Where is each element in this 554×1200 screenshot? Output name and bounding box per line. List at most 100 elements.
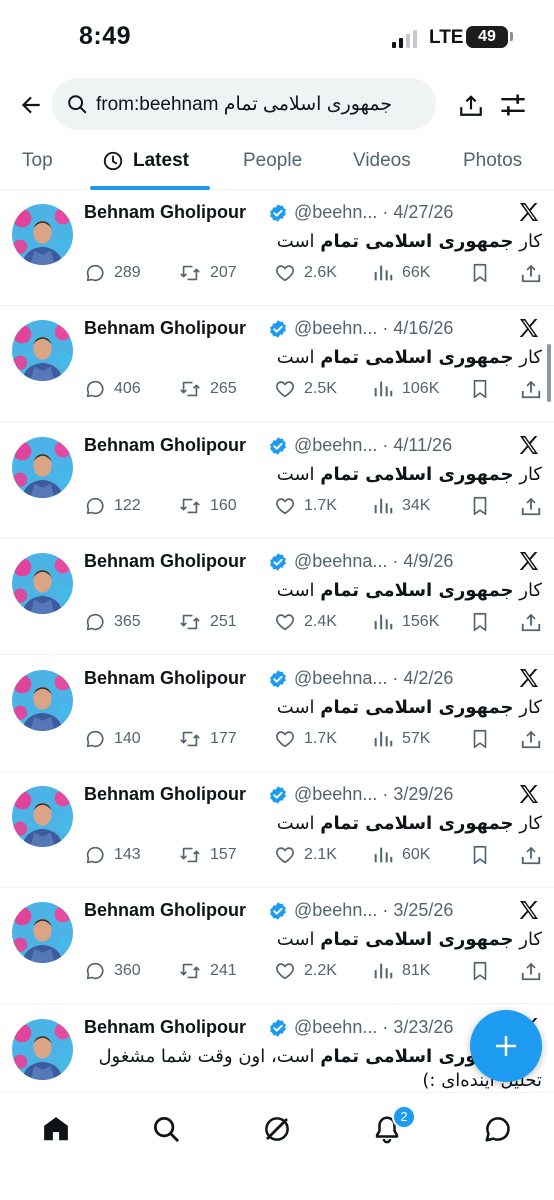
- bookmark-button[interactable]: [469, 378, 499, 400]
- views-button[interactable]: 156K: [372, 611, 439, 633]
- views-button[interactable]: 66K: [372, 262, 430, 284]
- tab-top[interactable]: Top: [22, 150, 53, 172]
- bookmark-button[interactable]: [469, 495, 499, 517]
- author-handle[interactable]: @beehn...: [294, 1017, 377, 1037]
- reply-icon: [86, 730, 104, 747]
- author-name[interactable]: Behnam Gholipour: [84, 784, 246, 805]
- nav-explore[interactable]: [146, 1109, 186, 1149]
- like-count: 1.7K: [304, 729, 337, 747]
- author-handle[interactable]: @beehna...: [294, 668, 387, 688]
- share-button[interactable]: [520, 611, 550, 633]
- like-button[interactable]: 1.7K: [274, 495, 337, 517]
- avatar[interactable]: [12, 902, 73, 964]
- views-button[interactable]: 34K: [372, 495, 430, 517]
- filter-button[interactable]: [496, 88, 530, 122]
- tab-videos[interactable]: Videos: [353, 150, 411, 172]
- reply-button[interactable]: 365: [84, 611, 141, 633]
- reply-button[interactable]: 143: [84, 844, 141, 866]
- avatar[interactable]: [12, 320, 73, 382]
- status-time: 8:49: [79, 22, 132, 50]
- repost-button[interactable]: 207: [178, 262, 237, 284]
- tab-people[interactable]: People: [243, 150, 302, 172]
- like-button[interactable]: 2.6K: [274, 262, 337, 284]
- author-name[interactable]: Behnam Gholipour: [84, 900, 246, 921]
- author-handle[interactable]: @beehna...: [294, 551, 387, 571]
- bookmark-button[interactable]: [469, 728, 499, 750]
- share-icon: [521, 846, 541, 865]
- author-handle[interactable]: @beehn...: [294, 900, 377, 920]
- tweet-feed[interactable]: Behnam Gholipour @beehn... · 4/27/26 کار…: [0, 190, 554, 1092]
- avatar[interactable]: [12, 436, 73, 498]
- tweet-row[interactable]: Behnam Gholipour @beehn... · 4/11/26 کار…: [0, 423, 554, 539]
- avatar[interactable]: [12, 669, 73, 731]
- author-name[interactable]: Behnam Gholipour: [84, 551, 246, 572]
- author-name[interactable]: Behnam Gholipour: [84, 318, 246, 339]
- repost-button[interactable]: 265: [178, 378, 237, 400]
- views-button[interactable]: 81K: [372, 960, 430, 982]
- tweet-row[interactable]: Behnam Gholipour @beehn... · 4/27/26 کار…: [0, 190, 554, 306]
- tweet-actions: 365 251 2.4K 156K: [84, 611, 544, 637]
- repost-button[interactable]: 177: [178, 728, 237, 750]
- tab-latest[interactable]: Latest: [102, 150, 189, 172]
- nav-home[interactable]: [36, 1109, 76, 1149]
- repost-button[interactable]: 160: [178, 495, 237, 517]
- avatar[interactable]: [12, 204, 73, 265]
- nav-grok[interactable]: [257, 1109, 297, 1149]
- reply-button[interactable]: 289: [84, 262, 141, 284]
- share-button[interactable]: [520, 844, 550, 866]
- author-name[interactable]: Behnam Gholipour: [84, 435, 246, 456]
- bookmark-icon: [473, 613, 487, 632]
- reply-button[interactable]: 140: [84, 728, 141, 750]
- author-handle[interactable]: @beehn...: [294, 784, 377, 804]
- like-button[interactable]: 2.2K: [274, 960, 337, 982]
- share-button[interactable]: [520, 262, 550, 284]
- tweet-row[interactable]: Behnam Gholipour @beehna... · 4/2/26 کار…: [0, 656, 554, 772]
- back-button[interactable]: [14, 88, 48, 122]
- tweet-row[interactable]: Behnam Gholipour @beehn... · 4/16/26 کار…: [0, 306, 554, 423]
- repost-button[interactable]: 251: [178, 611, 237, 633]
- tweet-row[interactable]: Behnam Gholipour @beehn... · 3/25/26 کار…: [0, 888, 554, 1005]
- author-name[interactable]: Behnam Gholipour: [84, 1017, 246, 1038]
- author-name[interactable]: Behnam Gholipour: [84, 668, 246, 689]
- reply-count: 143: [114, 846, 141, 863]
- share-button[interactable]: [520, 378, 550, 400]
- like-button[interactable]: 1.7K: [274, 728, 337, 750]
- compose-button[interactable]: [470, 1010, 542, 1082]
- avatar[interactable]: [12, 553, 73, 615]
- like-button[interactable]: 2.4K: [274, 611, 337, 633]
- nav-messages[interactable]: [478, 1109, 518, 1149]
- share-search-button[interactable]: [454, 88, 488, 122]
- author-handle[interactable]: @beehn...: [294, 202, 377, 222]
- repost-button[interactable]: 157: [178, 844, 237, 866]
- share-button[interactable]: [520, 728, 550, 750]
- search-input[interactable]: from:beehnam جمهوری اسلامی تمام: [52, 78, 436, 130]
- tab-photos[interactable]: Photos: [463, 150, 522, 172]
- share-button[interactable]: [520, 495, 550, 517]
- reply-button[interactable]: 360: [84, 960, 141, 982]
- author-name[interactable]: Behnam Gholipour: [84, 202, 246, 223]
- like-button[interactable]: 2.1K: [274, 844, 337, 866]
- like-button[interactable]: 2.5K: [274, 378, 337, 400]
- share-button[interactable]: [520, 960, 550, 982]
- avatar[interactable]: [12, 786, 73, 847]
- author-handle[interactable]: @beehn...: [294, 318, 377, 338]
- reply-button[interactable]: 122: [84, 495, 141, 517]
- views-button[interactable]: 106K: [372, 378, 439, 400]
- bookmark-button[interactable]: [469, 844, 499, 866]
- reply-button[interactable]: 406: [84, 378, 141, 400]
- avatar[interactable]: [12, 1018, 73, 1080]
- share-icon: [521, 264, 541, 283]
- scrollbar[interactable]: [547, 344, 551, 402]
- tweet-row[interactable]: Behnam Gholipour @beehna... · 4/9/26 کار…: [0, 539, 554, 656]
- author-handle[interactable]: @beehn...: [294, 435, 377, 455]
- bookmark-button[interactable]: [469, 262, 499, 284]
- views-button[interactable]: 60K: [372, 844, 430, 866]
- tweet-text: کار جمهوری اسلامی تمام است: [86, 579, 542, 603]
- repost-button[interactable]: 241: [178, 960, 237, 982]
- views-button[interactable]: 57K: [372, 728, 430, 750]
- bookmark-button[interactable]: [469, 960, 499, 982]
- search-tabs: Top Latest People Videos Photos: [0, 136, 554, 190]
- tweet-row[interactable]: Behnam Gholipour @beehn... · 3/29/26 کار…: [0, 772, 554, 888]
- explore-icon: [154, 1117, 179, 1142]
- bookmark-button[interactable]: [469, 611, 499, 633]
